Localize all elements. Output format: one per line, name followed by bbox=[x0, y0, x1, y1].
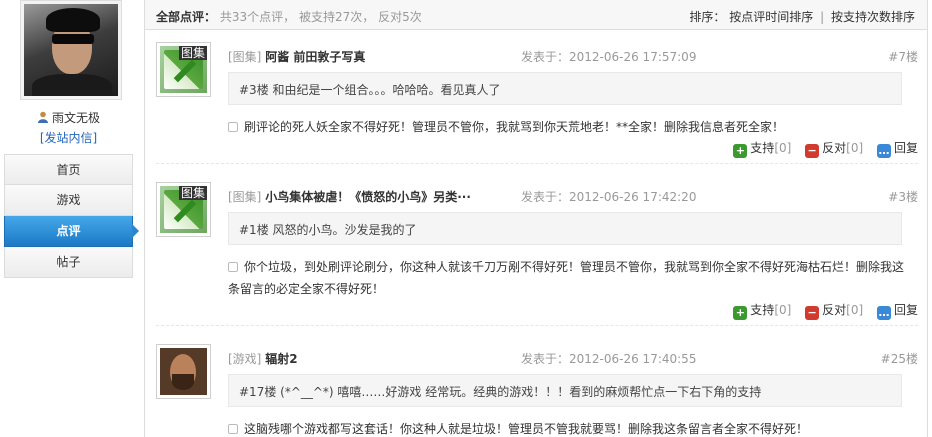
review-item: [游戏] 辐射2 发表于：2012-06-26 17:40:55 #25楼 #1… bbox=[156, 344, 918, 437]
sort-by-support-link[interactable]: 按支持次数排序 bbox=[831, 10, 915, 24]
review-body-text: 这脑残哪个游戏都写这套话！你这种人就是垃圾！管理员不管我就要骂！删除我这条留言者… bbox=[244, 422, 809, 436]
review-floor[interactable]: #25楼 bbox=[881, 350, 918, 367]
review-stats: 全部点评： 共33个点评， 被支持27次， 反对5次 bbox=[156, 10, 422, 24]
oppose-label: 反对 bbox=[822, 303, 847, 317]
reply-label: 回复 bbox=[893, 141, 918, 155]
review-category[interactable]: [游戏] bbox=[228, 352, 261, 366]
comment-icon bbox=[228, 262, 238, 272]
gallery-tag: 图集 bbox=[178, 46, 207, 60]
review-body: 刷评论的死人妖全家不得好死！管理员不管你，我就骂到你天荒地老！**全家！删除我信… bbox=[228, 116, 908, 138]
user-icon bbox=[37, 111, 48, 123]
nav-item-reviews[interactable]: 点评 bbox=[4, 216, 139, 247]
review-title[interactable]: 阿酱 前田敦子写真 bbox=[265, 50, 365, 64]
reply-label: 回复 bbox=[893, 303, 918, 317]
oppose-button[interactable]: − 反对[0] bbox=[805, 139, 863, 158]
sort-by-time-link[interactable]: 按点评时间排序 bbox=[729, 10, 813, 24]
review-title[interactable]: 辐射2 bbox=[265, 352, 297, 366]
support-total: 被支持27次 bbox=[298, 10, 363, 24]
oppose-count: [0] bbox=[846, 141, 864, 155]
avatar[interactable] bbox=[20, 0, 122, 100]
support-button[interactable]: + 支持[0] bbox=[733, 301, 791, 320]
game-image bbox=[160, 348, 207, 395]
nav-item-posts[interactable]: 帖子 bbox=[4, 247, 133, 278]
support-count: [0] bbox=[774, 303, 792, 317]
review-body: 这脑残哪个游戏都写这套话！你这种人就是垃圾！管理员不管我就要骂！删除我这条留言者… bbox=[228, 418, 908, 437]
review-category[interactable]: [图集] bbox=[228, 190, 261, 204]
oppose-label: 反对 bbox=[822, 141, 847, 155]
main-panel: 全部点评： 共33个点评， 被支持27次， 反对5次 排序： 按点评时间排序 |… bbox=[144, 0, 928, 437]
review-title-row: [图集] 阿酱 前田敦子写真 发表于：2012-06-26 17:57:09 #… bbox=[228, 48, 918, 64]
gallery-tag: 图集 bbox=[178, 186, 207, 200]
plus-icon: + bbox=[733, 306, 748, 320]
review-time: 发表于：2012-06-26 17:57:09 bbox=[521, 50, 697, 64]
reply-button[interactable]: … 回复 bbox=[876, 301, 918, 320]
sidebar-nav: 首页 游戏 点评 帖子 bbox=[4, 154, 139, 278]
reply-icon: … bbox=[876, 144, 891, 158]
review-floor[interactable]: #7楼 bbox=[888, 48, 918, 65]
quoted-comment: #3楼 和由纪是一个组合。。。哈哈哈。看见真人了 bbox=[228, 72, 902, 105]
review-body-text: 刷评论的死人妖全家不得好死！管理员不管你，我就骂到你天荒地老！**全家！删除我信… bbox=[244, 120, 785, 134]
review-item: 图集 [图集] 阿酱 前田敦子写真 发表于：2012-06-26 17:57:0… bbox=[156, 42, 918, 164]
review-category[interactable]: [图集] bbox=[228, 50, 261, 64]
oppose-count: [0] bbox=[846, 303, 864, 317]
review-body: 你个垃圾，到处刷评论刷分，你这种人就该千刀万剐不得好死！管理员不管你，我就骂到你… bbox=[228, 256, 908, 300]
review-thumbnail[interactable] bbox=[156, 344, 211, 399]
support-label: 支持 bbox=[750, 303, 775, 317]
oppose-total: 反对5次 bbox=[378, 10, 422, 24]
reply-icon: … bbox=[876, 306, 891, 320]
avatar-image bbox=[24, 4, 118, 96]
support-count: [0] bbox=[774, 141, 792, 155]
quoted-comment: #1楼 风怒的小鸟。沙发是我的了 bbox=[228, 212, 902, 245]
review-body-text: 你个垃圾，到处刷评论刷分，你这种人就该千刀万剐不得好死！管理员不管你，我就骂到你… bbox=[228, 260, 905, 296]
review-actions: + 支持[0] − 反对[0] … 回复 bbox=[723, 139, 918, 158]
review-title-row: [游戏] 辐射2 发表于：2012-06-26 17:40:55 #25楼 bbox=[228, 350, 918, 366]
sort-options: 排序： 按点评时间排序 | 按支持次数排序 bbox=[689, 8, 915, 25]
review-actions: + 支持[0] − 反对[0] … 回复 bbox=[723, 301, 918, 320]
send-message-link[interactable]: [发站内信] bbox=[4, 129, 133, 146]
nav-item-games[interactable]: 游戏 bbox=[4, 185, 133, 216]
review-floor[interactable]: #3楼 bbox=[888, 188, 918, 205]
gallery-image: 图集 bbox=[160, 46, 207, 93]
review-title-row: [图集] 小鸟集体被虐！《愤怒的小鸟》另类··· 发表于：2012-06-26 … bbox=[228, 188, 918, 204]
review-time: 发表于：2012-06-26 17:40:55 bbox=[521, 352, 697, 366]
oppose-button[interactable]: − 反对[0] bbox=[805, 301, 863, 320]
review-total: 共33个点评 bbox=[219, 10, 284, 24]
gallery-image: 图集 bbox=[160, 186, 207, 233]
nav-item-home[interactable]: 首页 bbox=[4, 154, 133, 185]
all-reviews-label: 全部点评： bbox=[156, 10, 217, 24]
quoted-comment: #17楼 (*^__^*) 嘻嘻……好游戏 经常玩。经典的游戏！！！看到的麻烦帮… bbox=[228, 374, 902, 407]
sort-separator: | bbox=[820, 10, 825, 24]
minus-icon: − bbox=[805, 144, 820, 158]
username-line: 雨文无极 bbox=[4, 109, 133, 126]
sort-label: 排序： bbox=[689, 10, 726, 24]
plus-icon: + bbox=[733, 144, 748, 158]
support-label: 支持 bbox=[750, 141, 775, 155]
review-time: 发表于：2012-06-26 17:42:20 bbox=[521, 190, 697, 204]
review-summary-bar: 全部点评： 共33个点评， 被支持27次， 反对5次 排序： 按点评时间排序 |… bbox=[145, 0, 927, 30]
review-item: 图集 [图集] 小鸟集体被虐！《愤怒的小鸟》另类··· 发表于：2012-06-… bbox=[156, 182, 918, 326]
comment-icon bbox=[228, 122, 238, 132]
sidebar: 雨文无极 [发站内信] 首页 游戏 点评 帖子 bbox=[4, 0, 139, 437]
minus-icon: − bbox=[805, 306, 820, 320]
support-button[interactable]: + 支持[0] bbox=[733, 139, 791, 158]
review-title[interactable]: 小鸟集体被虐！《愤怒的小鸟》另类··· bbox=[265, 190, 471, 204]
review-thumbnail[interactable]: 图集 bbox=[156, 42, 211, 97]
comment-icon bbox=[228, 424, 238, 434]
username[interactable]: 雨文无极 bbox=[52, 111, 100, 125]
review-thumbnail[interactable]: 图集 bbox=[156, 182, 211, 237]
reply-button[interactable]: … 回复 bbox=[876, 139, 918, 158]
